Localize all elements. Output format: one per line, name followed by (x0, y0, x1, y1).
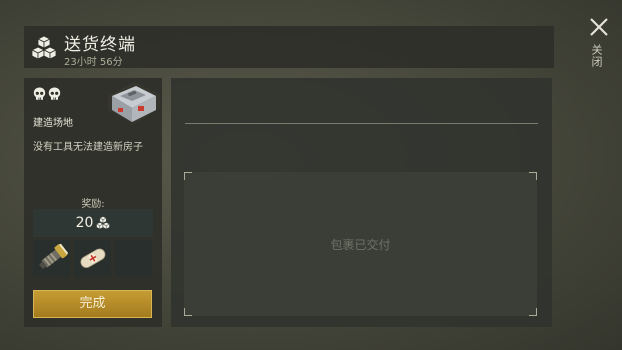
toolbox-icon (108, 82, 160, 124)
item-slot-bandage[interactable] (74, 240, 111, 277)
corner-bracket (529, 172, 537, 180)
close-x-icon[interactable] (588, 16, 610, 38)
close-label[interactable]: 关闭 (590, 44, 604, 68)
skull-icon (48, 87, 61, 100)
header-bar: 送货终端 23小时 56分 (24, 26, 554, 68)
corner-bracket (184, 308, 192, 316)
difficulty-indicator (33, 87, 61, 101)
cubes-currency-icon (96, 216, 111, 230)
delivery-panel: 包裹已交付 (171, 78, 552, 327)
skull-icon (33, 87, 46, 100)
item-slot-empty (115, 240, 152, 277)
corner-bracket (529, 308, 537, 316)
bandage-icon (80, 248, 106, 268)
corner-bracket (184, 172, 192, 180)
reward-amount: 20 (75, 215, 94, 231)
divider (185, 123, 538, 124)
location-description: 没有工具无法建造新房子 (33, 142, 143, 153)
delivery-status-text: 包裹已交付 (330, 238, 391, 252)
reward-box: 20 (33, 209, 153, 237)
page-title: 送货终端 (64, 35, 136, 55)
reward-label: 奖励: (81, 199, 105, 210)
location-name: 建造场地 (33, 118, 73, 129)
location-panel: 建造场地 没有工具无法建造新房子 奖励: 20 完成 (24, 78, 162, 327)
flashlight-icon (39, 243, 69, 269)
item-slot-flashlight[interactable] (33, 240, 70, 277)
supply-cubes-icon (31, 35, 57, 60)
complete-button[interactable]: 完成 (33, 290, 152, 318)
timer-text: 23小时 56分 (64, 57, 123, 68)
delivery-drop-zone[interactable]: 包裹已交付 (184, 172, 537, 316)
